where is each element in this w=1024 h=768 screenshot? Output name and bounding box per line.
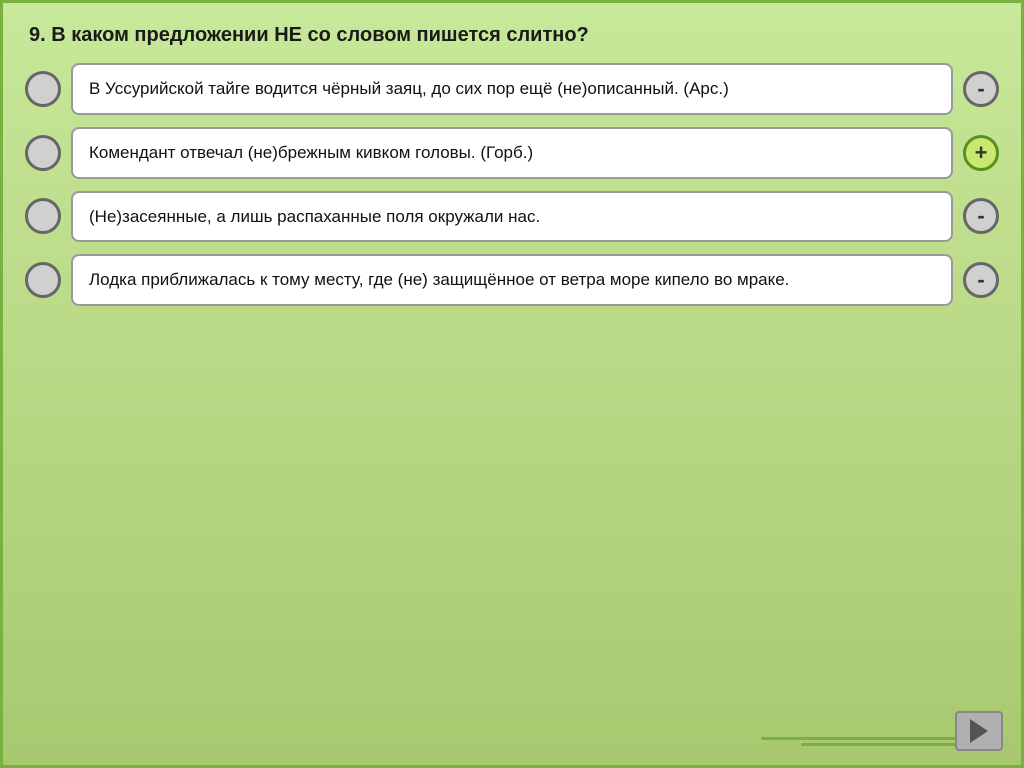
sign-btn-4[interactable]: - xyxy=(963,262,999,298)
answer-row-3: (Не)засеянные, а лишь распаханные поля о… xyxy=(25,191,999,243)
answer-row-2: Комендант отвечал (не)брежным кивком гол… xyxy=(25,127,999,179)
next-arrow-icon xyxy=(970,719,988,743)
radio-inner-1 xyxy=(36,82,50,96)
radio-btn-1[interactable] xyxy=(25,71,61,107)
deco-line-1 xyxy=(761,737,961,740)
question-text: 9. В каком предложении НЕ со словом пише… xyxy=(25,21,999,49)
radio-inner-4 xyxy=(36,273,50,287)
radio-inner-3 xyxy=(36,209,50,223)
radio-btn-4[interactable] xyxy=(25,262,61,298)
deco-line-2 xyxy=(801,743,961,746)
answer-card-4[interactable]: Лодка приближалась к тому месту, где (не… xyxy=(71,254,953,306)
radio-btn-3[interactable] xyxy=(25,198,61,234)
answer-card-3[interactable]: (Не)засеянные, а лишь распаханные поля о… xyxy=(71,191,953,243)
sign-btn-2[interactable]: + xyxy=(963,135,999,171)
sign-btn-1[interactable]: - xyxy=(963,71,999,107)
answer-card-2[interactable]: Комендант отвечал (не)брежным кивком гол… xyxy=(71,127,953,179)
answer-row-1: В Уссурийской тайге водится чёрный заяц,… xyxy=(25,63,999,115)
answer-card-1[interactable]: В Уссурийской тайге водится чёрный заяц,… xyxy=(71,63,953,115)
answers-area: В Уссурийской тайге водится чёрный заяц,… xyxy=(25,63,999,306)
radio-btn-2[interactable] xyxy=(25,135,61,171)
sign-btn-3[interactable]: - xyxy=(963,198,999,234)
quiz-container: 9. В каком предложении НЕ со словом пише… xyxy=(0,0,1024,768)
radio-inner-2 xyxy=(36,146,50,160)
answer-row-4: Лодка приближалась к тому месту, где (не… xyxy=(25,254,999,306)
decorative-lines xyxy=(761,737,961,755)
next-button[interactable] xyxy=(955,711,1003,751)
